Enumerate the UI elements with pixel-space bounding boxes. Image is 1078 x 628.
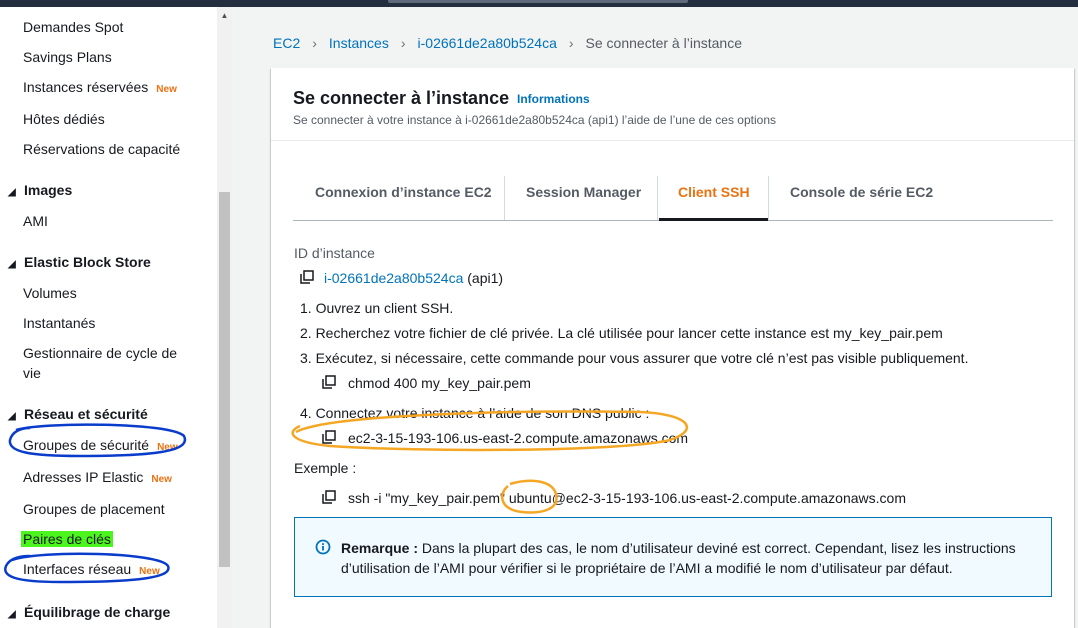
copy-icon[interactable]	[322, 375, 336, 389]
new-badge: New	[157, 442, 178, 453]
tab-ec2-instance-connect[interactable]: Connexion d’instance EC2	[315, 182, 492, 202]
sidebar-scrollbar-thumb[interactable]	[219, 192, 230, 567]
instance-id-row: i-02661de2a80b524ca (api1)	[324, 269, 503, 287]
step-2: 2. Recherchez votre fichier de clé privé…	[300, 325, 943, 341]
chevron-right-icon: ›	[568, 35, 574, 51]
tab-session-manager[interactable]: Session Manager	[526, 182, 641, 202]
caret-down-icon: ◢	[8, 411, 16, 422]
sidebar-section-load-balancing[interactable]: ◢ Équilibrage de charge	[8, 602, 170, 625]
example-command-host: @ec2-3-15-193-106.us-east-2.compute.amaz…	[551, 490, 906, 506]
new-badge: New	[151, 474, 172, 485]
chevron-right-icon: ›	[312, 35, 317, 51]
example-label: Exemple :	[294, 460, 357, 476]
tab-serial-console[interactable]: Console de série EC2	[790, 182, 933, 202]
note-title: Remarque :	[341, 540, 419, 556]
note-body: Dans la plupart des cas, le nom d’utilis…	[341, 540, 1016, 576]
sidebar-item-elastic-ips[interactable]: Adresses IP Elastic New	[23, 467, 172, 490]
caret-down-icon: ◢	[8, 609, 16, 620]
example-command-prefix: ssh -i "my_key_pair.pem"	[348, 490, 509, 506]
step-4: 4. Connectez votre instance à l’aide de …	[300, 405, 650, 421]
sidebar: Demandes Spot Savings Plans Instances ré…	[0, 7, 232, 628]
breadcrumb-instances[interactable]: Instances	[329, 35, 389, 51]
sidebar-section-network-security[interactable]: ◢ Réseau et sécurité	[8, 404, 148, 427]
active-tab-indicator	[659, 218, 768, 221]
sidebar-section-images[interactable]: ◢ Images	[8, 180, 72, 203]
panel-description: Se connecter à votre instance à i-02661d…	[293, 113, 776, 127]
sidebar-item-key-pairs[interactable]: Paires de clés	[21, 529, 113, 549]
sidebar-item-savings-plans[interactable]: Savings Plans	[23, 47, 112, 67]
public-dns: ec2-3-15-193-106.us-east-2.compute.amazo…	[348, 430, 689, 446]
chmod-command: chmod 400 my_key_pair.pem	[348, 375, 531, 391]
example-command: ssh -i "my_key_pair.pem" ubuntu@ec2-3-15…	[348, 489, 906, 507]
copy-icon[interactable]	[322, 490, 336, 504]
sidebar-item-ami[interactable]: AMI	[23, 211, 48, 231]
page-title: Se connecter à l’instance	[293, 88, 510, 108]
tab-ssh-client[interactable]: Client SSH	[678, 182, 750, 202]
instance-id-label: ID d’instance	[294, 245, 375, 261]
sidebar-item-dedicated-hosts[interactable]: Hôtes dédiés	[23, 109, 105, 129]
caret-down-icon: ◢	[8, 187, 16, 198]
sidebar-item-spot-requests[interactable]: Demandes Spot	[23, 17, 123, 37]
new-badge: New	[156, 84, 177, 95]
copy-icon[interactable]	[300, 270, 314, 284]
sidebar-item-reserved-instances[interactable]: Instances réservées New	[23, 77, 177, 100]
breadcrumb-current: Se connecter à l’instance	[585, 35, 742, 51]
breadcrumb-ec2[interactable]: EC2	[273, 35, 300, 51]
sidebar-item-network-interfaces[interactable]: Interfaces réseau New	[23, 559, 160, 582]
tab-separator	[768, 176, 769, 220]
copy-icon[interactable]	[322, 430, 336, 444]
scroll-up-arrow-icon[interactable]: ▲	[217, 9, 232, 23]
breadcrumb: EC2 › Instances › i-02661de2a80b524ca › Se con…	[273, 34, 742, 52]
info-link[interactable]: Informations	[517, 92, 590, 106]
sidebar-item-placement-groups[interactable]: Groupes de placement	[23, 499, 165, 519]
sidebar-item-capacity-reservations[interactable]: Réservations de capacité	[23, 139, 180, 159]
global-search-bar[interactable]	[388, 0, 688, 3]
step-1: 1. Ouvrez un client SSH.	[300, 300, 454, 316]
tab-separator	[504, 176, 505, 220]
breadcrumb-instance-id[interactable]: i-02661de2a80b524ca	[418, 35, 557, 51]
caret-down-icon: ◢	[8, 259, 16, 270]
new-badge: New	[139, 566, 160, 577]
step-3: 3. Exécutez, si nécessaire, cette comman…	[300, 350, 969, 366]
sidebar-section-ebs[interactable]: ◢ Elastic Block Store	[8, 252, 151, 275]
sidebar-item-lifecycle-manager[interactable]: Gestionnaire de cycle de vie	[23, 343, 193, 383]
sidebar-item-snapshots[interactable]: Instantanés	[23, 313, 95, 333]
sidebar-item-volumes[interactable]: Volumes	[23, 283, 77, 303]
info-icon	[315, 539, 331, 555]
tab-separator	[657, 176, 658, 220]
chevron-right-icon: ›	[400, 35, 406, 51]
instance-name: (api1)	[467, 270, 504, 286]
top-navigation-bar	[0, 0, 1078, 7]
note-text: Remarque : Dans la plupart des cas, le n…	[341, 538, 1031, 578]
sidebar-item-security-groups[interactable]: Groupes de sécurité New	[23, 435, 178, 458]
divider	[271, 140, 1074, 141]
instance-id-link[interactable]: i-02661de2a80b524ca	[324, 270, 463, 286]
example-command-user: ubuntu	[508, 490, 552, 506]
